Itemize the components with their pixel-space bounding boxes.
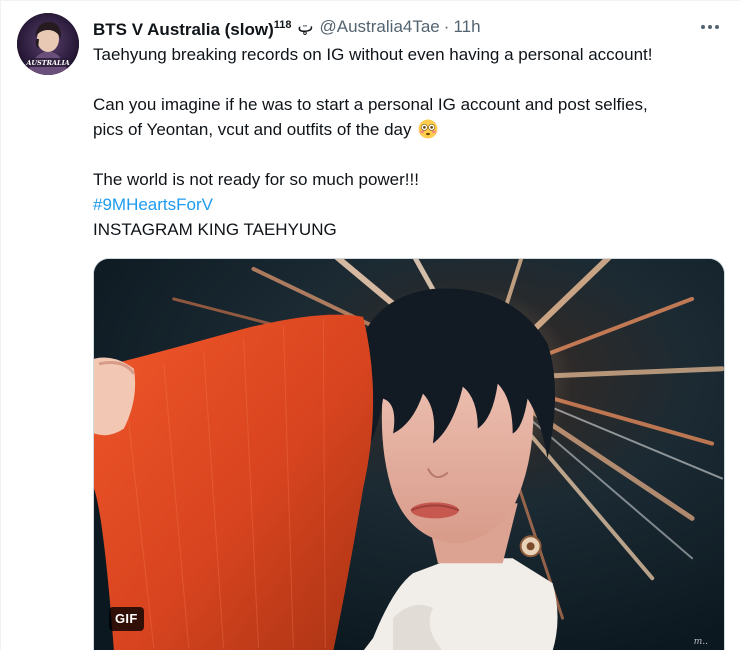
avatar-image: AUSTRALIA	[17, 13, 79, 75]
author-avatar[interactable]: AUSTRALIA	[17, 13, 79, 75]
tweet-text: Taehyung breaking records on IG without …	[93, 42, 723, 242]
gif-badge: GIF	[109, 607, 144, 631]
gif-watermark: m..	[693, 637, 708, 647]
tweet-line: pics of Yeontan, vcut and outfits of the…	[93, 117, 723, 142]
tweet-line: Can you imagine if he was to start a per…	[93, 95, 648, 114]
gif-image	[94, 259, 724, 650]
author-handle[interactable]: @Australia4Tae	[320, 16, 440, 38]
author-display-name[interactable]: BTS V Australia (slow)118	[93, 14, 291, 41]
tweet-line: INSTAGRAM KING TAEHYUNG	[93, 220, 337, 239]
separator-dot: ·	[443, 17, 450, 36]
tweet-line: The world is not ready for so much power…	[93, 170, 419, 189]
flushed-face-emoji	[418, 119, 438, 139]
gif-media[interactable]: GIF m..	[93, 258, 725, 650]
tweet-timestamp[interactable]: 11h	[453, 16, 480, 38]
more-horizontal-icon[interactable]	[696, 15, 724, 39]
tweet-header: BTS V Australia (slow)118 ټ @Australia4T…	[93, 15, 724, 39]
hashtag-link[interactable]: #9MHeartsForV	[93, 195, 213, 214]
name-superscript: 118	[273, 18, 292, 31]
tweet-card[interactable]: AUSTRALIA BTS V Australia (slow)118 ټ @A…	[0, 0, 740, 650]
tweet-line: Taehyung breaking records on IG without …	[93, 45, 653, 64]
name-glyph: ټ	[297, 17, 314, 36]
avatar-text: AUSTRALIA	[25, 59, 69, 67]
